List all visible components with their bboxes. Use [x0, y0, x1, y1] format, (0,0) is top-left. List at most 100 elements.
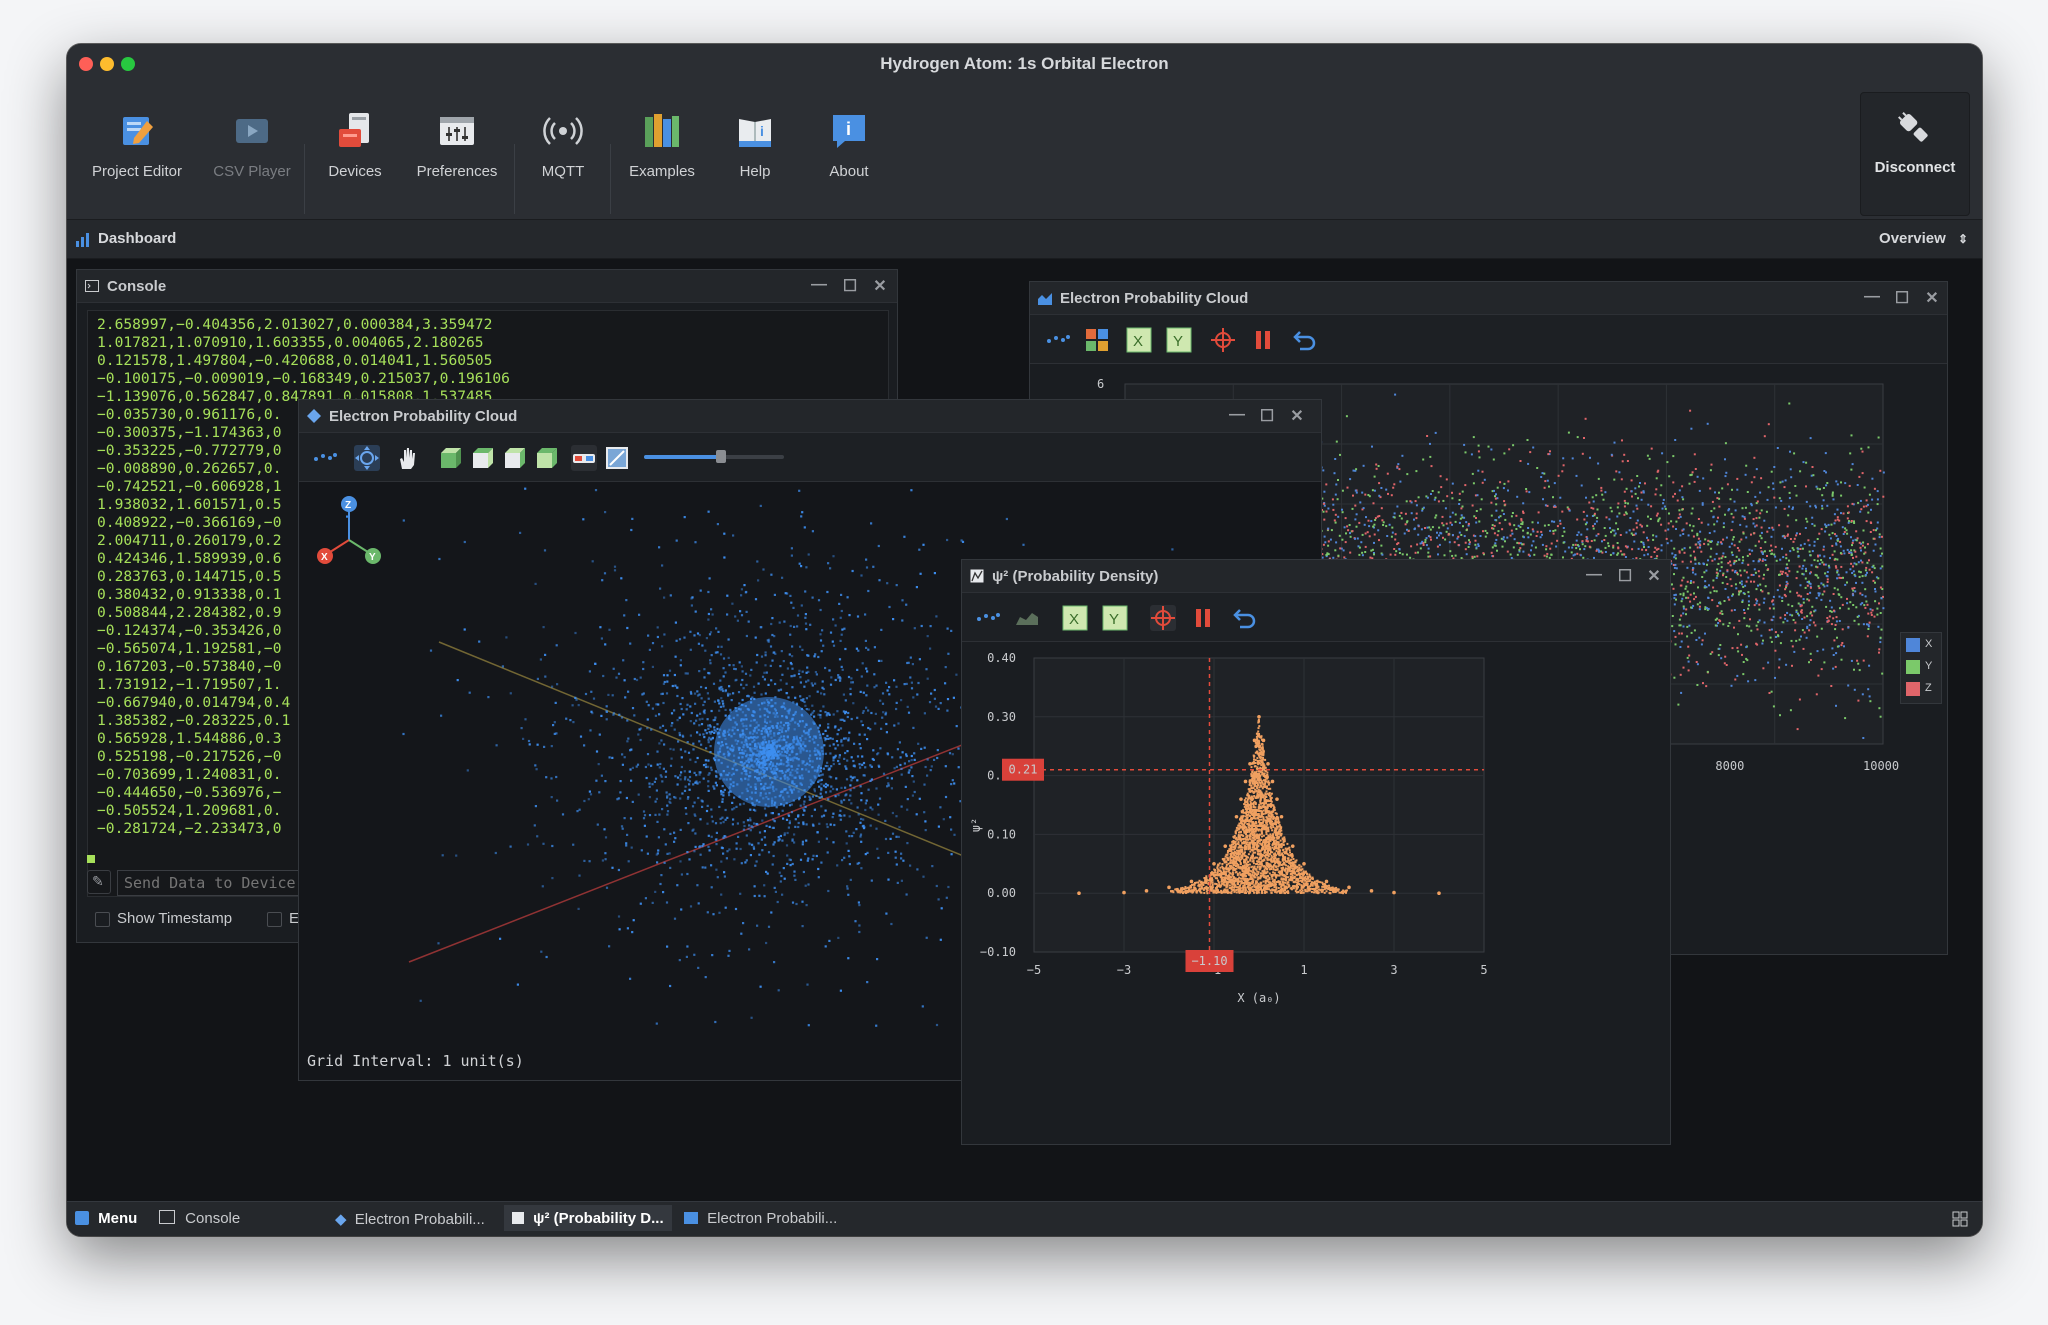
disconnect-button[interactable]: Disconnect	[1860, 92, 1970, 216]
dashboard-bar: Dashboard Overview ⇕	[67, 220, 1982, 259]
maximize-icon[interactable]: ☐	[840, 276, 860, 296]
taskbar: Menu Console ◆ Electron Probabili... ψ² …	[67, 1201, 1982, 1236]
tile-windows-icon[interactable]	[1952, 1211, 1968, 1227]
mqtt-icon	[543, 111, 583, 151]
anaglyph-glasses-icon[interactable]	[571, 445, 597, 471]
orbit-mode-icon[interactable]	[354, 445, 380, 471]
scatter-mode-icon[interactable]	[974, 605, 1000, 631]
data-point	[1279, 814, 1284, 819]
pan-hand-icon[interactable]	[394, 445, 420, 471]
data-point	[1077, 891, 1081, 895]
plot-icon	[512, 1212, 524, 1224]
paperclip-icon: ✎	[92, 873, 104, 889]
app-window: Hydrogen Atom: 1s Orbital Electron Proje…	[67, 44, 1982, 1236]
data-point	[1257, 715, 1261, 719]
workspace: Console — ☐ ✕ 2.658997,−0.404356,2.01302…	[67, 259, 1982, 1236]
x-axis-title: X (a₀)	[1237, 991, 1280, 1005]
taskbar-label: Console	[185, 1210, 241, 1227]
echo-checkbox[interactable]	[267, 912, 282, 927]
data-point	[1144, 889, 1149, 893]
crosshair-icon[interactable]	[1210, 327, 1236, 353]
project-editor-icon	[117, 111, 157, 151]
data-point	[1189, 879, 1194, 884]
preferences-button[interactable]: Preferences	[397, 96, 517, 206]
dashboard-icon	[75, 231, 91, 247]
taskbar-item-density[interactable]: ψ² (Probability D...	[504, 1205, 672, 1231]
taskbar-item-cloud3d[interactable]: ◆ Electron Probabili...	[335, 1210, 485, 1228]
y-axis-title: ψ²	[969, 818, 983, 832]
minimize-icon[interactable]: —	[1862, 288, 1882, 306]
density-chart[interactable]: −5−3−11350.400.300.200.100.00−0.10X (a₀)…	[962, 642, 1670, 1144]
console-line: 1.017821,1.070910,1.603355,0.004065,2.18…	[97, 334, 484, 351]
cloud-core	[714, 697, 824, 807]
side-view-icon[interactable]	[469, 445, 495, 471]
zoom-slider[interactable]	[644, 450, 784, 463]
orthographic-icon[interactable]	[604, 445, 630, 471]
crosshair-icon[interactable]	[1150, 605, 1176, 631]
pause-icon[interactable]	[1250, 327, 1276, 353]
svg-text:i: i	[760, 123, 764, 139]
y-tick-label: 0.00	[987, 886, 1016, 900]
data-point	[1223, 844, 1228, 848]
zoom-slider-handle[interactable]	[716, 450, 726, 463]
x-axis-toggle-icon[interactable]: X	[1062, 605, 1088, 631]
data-point	[1167, 885, 1171, 890]
close-icon[interactable]: ✕	[1287, 406, 1307, 426]
maximize-icon[interactable]: ☐	[1615, 566, 1635, 586]
taskbar-item-console[interactable]: Console	[159, 1210, 240, 1227]
close-icon[interactable]: ✕	[1644, 566, 1664, 586]
project-editor-button[interactable]: Project Editor	[77, 96, 197, 206]
show-timestamp-checkbox[interactable]	[95, 912, 110, 927]
close-icon[interactable]: ✕	[870, 276, 890, 296]
title-bar: Hydrogen Atom: 1s Orbital Electron	[67, 44, 1982, 84]
multiplot-legend: X Y Z	[1900, 632, 1942, 704]
x-tick-label: 10000	[1863, 759, 1899, 773]
cloud3d-title: Electron Probability Cloud	[329, 408, 518, 425]
data-point	[1243, 779, 1248, 784]
minimize-icon[interactable]: —	[1227, 406, 1247, 424]
minimize-icon[interactable]: —	[809, 276, 829, 294]
csv-player-icon	[232, 111, 272, 151]
iso-view-icon[interactable]	[533, 445, 559, 471]
legend-label-y: Y	[1925, 660, 1933, 672]
taskbar-label: Electron Probabili...	[354, 1211, 485, 1228]
x-tick-label: 8000	[1715, 759, 1744, 773]
legend-swatch-y	[1906, 660, 1920, 674]
reset-view-icon[interactable]	[1290, 327, 1316, 353]
attach-button[interactable]: ✎	[87, 870, 111, 894]
data-point	[1266, 762, 1270, 766]
top-view-icon[interactable]	[501, 445, 527, 471]
data-point	[1239, 797, 1243, 801]
x-axis-toggle-icon[interactable]: X	[1126, 327, 1152, 353]
menu-button[interactable]: Menu	[75, 1210, 137, 1227]
data-point	[1270, 779, 1275, 784]
view-selector[interactable]: Overview ⇕	[1879, 230, 1968, 247]
data-point	[1248, 762, 1252, 766]
devices-icon	[335, 111, 375, 151]
cursor-y-label: 0.21	[1009, 763, 1038, 777]
mqtt-label: MQTT	[541, 163, 585, 180]
maximize-icon[interactable]: ☐	[1892, 288, 1912, 308]
about-icon: i	[829, 111, 869, 151]
scatter-mode-icon[interactable]	[311, 445, 337, 471]
y-axis-toggle-icon[interactable]: Y	[1166, 327, 1192, 353]
close-icon[interactable]: ✕	[1922, 288, 1942, 308]
csv-player-button[interactable]: CSV Player	[192, 96, 312, 206]
area-chart-icon	[1038, 291, 1052, 305]
app-logo-icon	[75, 1211, 89, 1225]
console-titlebar: Console — ☐ ✕	[77, 270, 897, 303]
pause-icon[interactable]	[1190, 605, 1216, 631]
y-axis-label: Y	[369, 552, 376, 563]
maximize-icon[interactable]: ☐	[1257, 406, 1277, 426]
area-mode-icon[interactable]	[1014, 605, 1040, 631]
grid-toggle-icon[interactable]	[1084, 327, 1110, 353]
console-line: 2.658997,−0.404356,2.013027,0.000384,3.3…	[97, 316, 493, 333]
scatter-mode-icon[interactable]	[1044, 327, 1070, 353]
front-view-icon[interactable]	[437, 445, 463, 471]
minimize-icon[interactable]: —	[1584, 566, 1604, 584]
app-title: Hydrogen Atom: 1s Orbital Electron	[880, 54, 1169, 73]
about-button[interactable]: i About	[789, 96, 909, 206]
y-axis-toggle-icon[interactable]: Y	[1102, 605, 1128, 631]
reset-view-icon[interactable]	[1230, 605, 1256, 631]
taskbar-item-multiplot[interactable]: Electron Probabili...	[684, 1210, 837, 1227]
